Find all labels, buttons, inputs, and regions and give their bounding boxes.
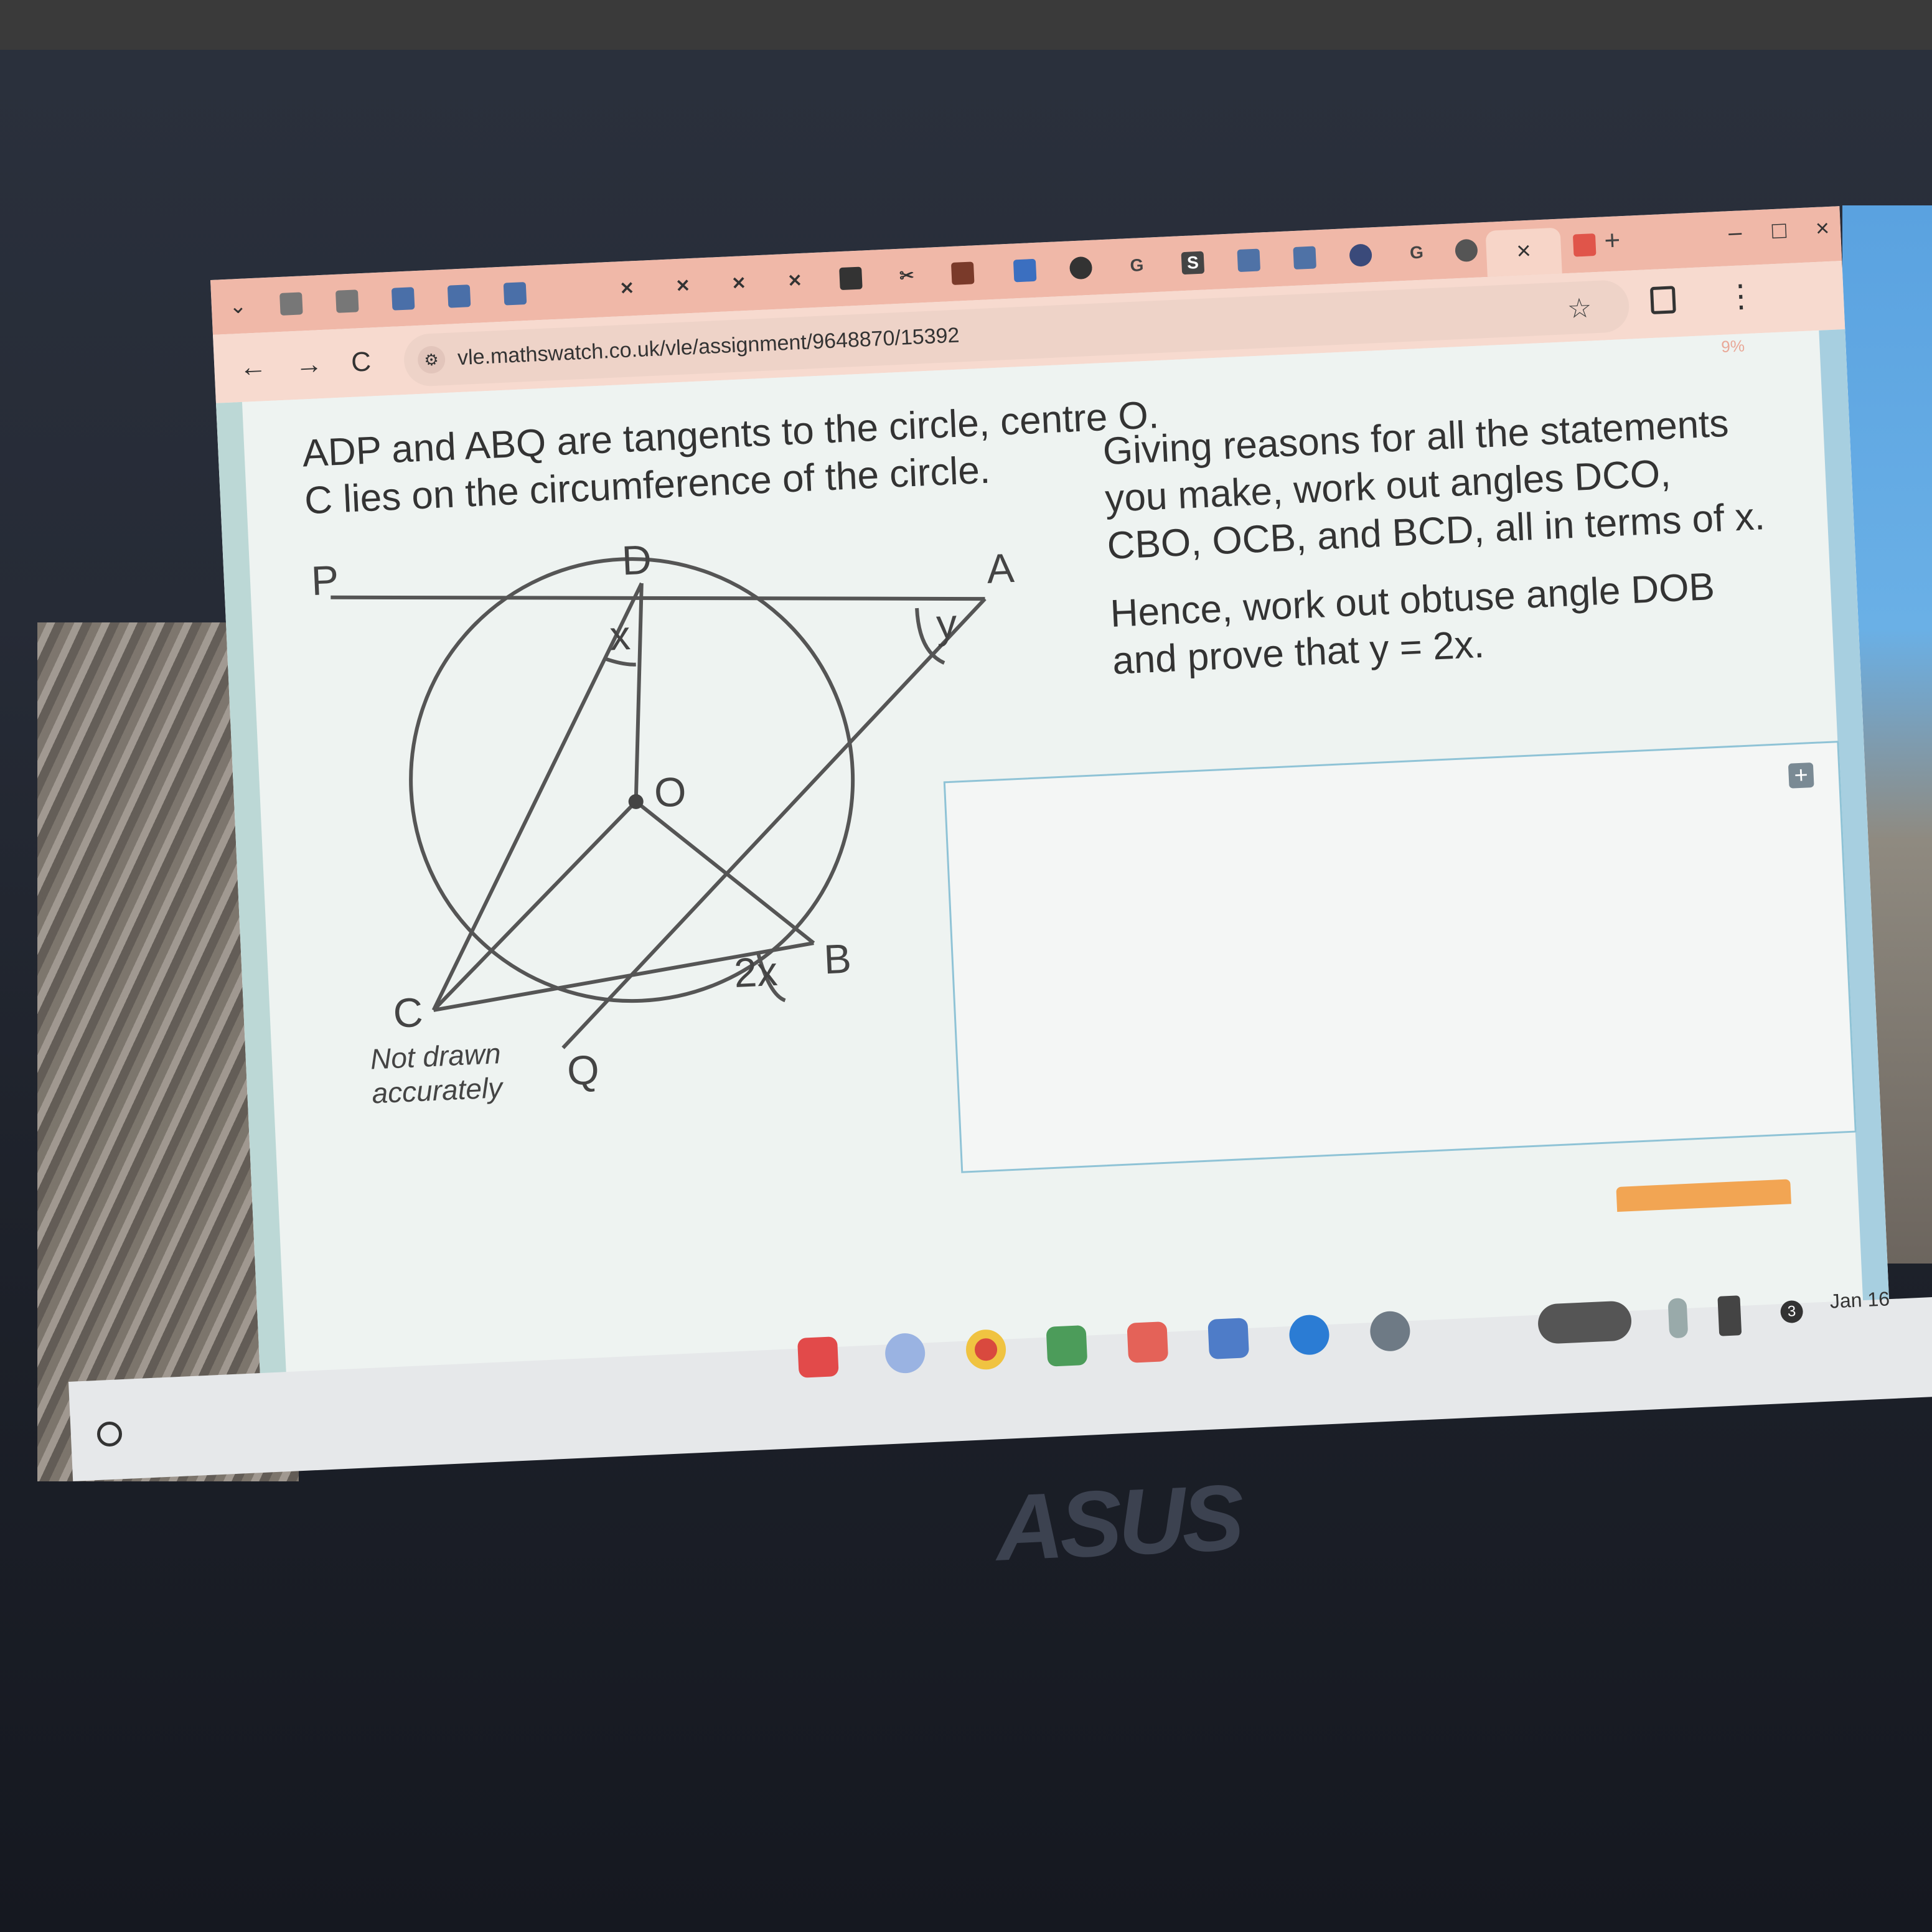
tab-docs-icon[interactable] bbox=[447, 284, 471, 308]
tab-doc-icon[interactable] bbox=[335, 289, 359, 313]
tab-slides-icon[interactable] bbox=[1237, 248, 1261, 273]
phone-hub-icon[interactable] bbox=[1717, 1295, 1742, 1336]
browser-menu-icon[interactable]: ⋮ bbox=[1724, 277, 1757, 314]
angle-y-label: y bbox=[936, 600, 958, 647]
back-button[interactable]: ← bbox=[238, 351, 267, 383]
date-display[interactable]: Jan 16 bbox=[1829, 1287, 1890, 1313]
tab-docs-icon[interactable] bbox=[503, 282, 527, 306]
tab-google-icon[interactable]: G bbox=[1405, 241, 1428, 265]
circle bbox=[409, 557, 855, 1003]
tab-plus-icon[interactable] bbox=[1013, 258, 1037, 283]
angle-2x-label: 2x bbox=[733, 948, 779, 996]
site-info-icon[interactable]: ⚙ bbox=[417, 345, 446, 374]
tab-globe-icon[interactable] bbox=[1069, 256, 1093, 280]
add-icon[interactable]: + bbox=[1788, 762, 1814, 789]
settings-icon[interactable] bbox=[1369, 1310, 1411, 1353]
tab-book-icon[interactable] bbox=[839, 266, 863, 291]
forward-button[interactable]: → bbox=[294, 349, 323, 381]
tab-doc-icon[interactable] bbox=[279, 292, 303, 316]
tab-slides-icon[interactable] bbox=[1293, 246, 1316, 270]
tab-tools-icon[interactable]: ✂ bbox=[895, 264, 919, 288]
note-line-1: Not drawn bbox=[370, 1037, 502, 1075]
angle-x-arc bbox=[604, 657, 636, 667]
label-O: O bbox=[653, 768, 687, 815]
maximize-button[interactable]: □ bbox=[1771, 217, 1787, 245]
gemini-icon[interactable] bbox=[884, 1332, 926, 1374]
label-P: P bbox=[310, 556, 339, 604]
label-D: D bbox=[621, 536, 652, 583]
label-B: B bbox=[823, 935, 852, 982]
answer-input[interactable]: + bbox=[943, 741, 1857, 1173]
reload-button[interactable]: C bbox=[350, 346, 372, 378]
profile-avatars[interactable] bbox=[1537, 1300, 1633, 1344]
label-A: A bbox=[986, 545, 1015, 592]
tab-google-icon[interactable]: G bbox=[1125, 254, 1149, 278]
tangent-line-PA bbox=[331, 595, 985, 601]
minimize-button[interactable]: – bbox=[1728, 219, 1742, 246]
close-window-button[interactable]: × bbox=[1815, 215, 1830, 243]
tab-search-chevron-icon[interactable]: ⌄ bbox=[228, 293, 247, 319]
page-content: 9% ADP and ABQ are tangents to the circl… bbox=[215, 329, 1890, 1400]
angle-x-label: x bbox=[609, 612, 631, 659]
tab-globe-icon[interactable] bbox=[1349, 243, 1372, 267]
label-Q: Q bbox=[566, 1046, 601, 1094]
line-DO bbox=[634, 583, 644, 802]
tab-x-icon[interactable]: ✕ bbox=[783, 270, 807, 293]
tab-mathswatch-icon[interactable] bbox=[1572, 233, 1597, 257]
asus-logo: ASUS bbox=[993, 1465, 1243, 1580]
gmail-icon[interactable] bbox=[1127, 1321, 1169, 1363]
progress-text: 9% bbox=[1720, 336, 1745, 356]
browser-window: ⌄ ✕ ✕ ✕ ✕ ✂ G S G × + – □ × ← → C ⚙ vle.… bbox=[210, 206, 1890, 1400]
tab-x-icon[interactable]: ✕ bbox=[616, 277, 639, 301]
meet-icon[interactable] bbox=[1046, 1325, 1088, 1367]
launcher-icon[interactable] bbox=[97, 1422, 122, 1447]
tab-x-icon[interactable]: ✕ bbox=[727, 272, 751, 296]
submit-button[interactable] bbox=[1616, 1179, 1791, 1212]
line-OB bbox=[634, 800, 815, 945]
tab-x-icon[interactable]: ✕ bbox=[671, 274, 695, 298]
calendar-icon[interactable] bbox=[1208, 1318, 1250, 1359]
chrome-icon[interactable] bbox=[965, 1328, 1007, 1371]
url-text[interactable]: vle.mathswatch.co.uk/vle/assignment/9648… bbox=[457, 324, 960, 371]
bookmark-star-icon[interactable]: ☆ bbox=[1567, 292, 1593, 325]
youtube-icon[interactable] bbox=[797, 1336, 839, 1378]
tab-globe-icon[interactable] bbox=[1455, 238, 1478, 263]
tab-flag-icon[interactable] bbox=[950, 261, 975, 285]
tab-s-icon[interactable]: S bbox=[1181, 251, 1205, 275]
mic-icon[interactable] bbox=[1667, 1298, 1689, 1339]
extensions-icon[interactable] bbox=[1649, 286, 1676, 315]
note-line-2: accurately bbox=[371, 1071, 505, 1110]
label-C: C bbox=[392, 989, 424, 1036]
notification-badge[interactable]: 3 bbox=[1780, 1300, 1804, 1324]
close-tab-icon[interactable]: × bbox=[1485, 227, 1562, 277]
files-icon[interactable] bbox=[1288, 1314, 1330, 1356]
tab-docs-icon[interactable] bbox=[391, 287, 415, 311]
new-tab-button[interactable]: + bbox=[1603, 225, 1621, 256]
